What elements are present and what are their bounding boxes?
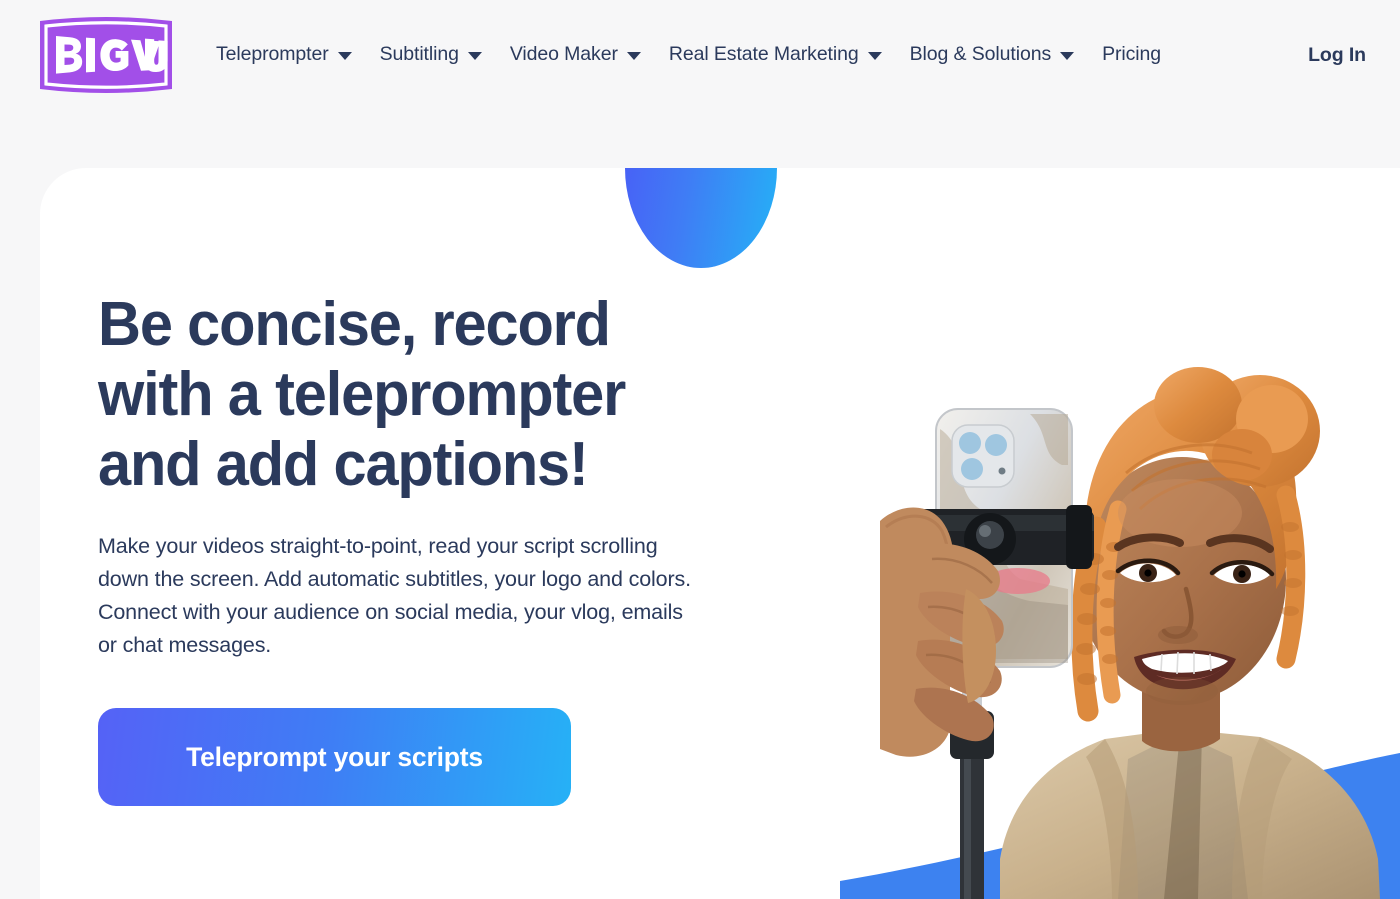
hero-description: Make your videos straight-to-point, read…: [98, 530, 698, 662]
hero-photo: [880, 259, 1400, 899]
log-in-link[interactable]: Log In: [1304, 38, 1370, 73]
hero-paragraph-2: Connect with your audience on social med…: [98, 600, 683, 657]
teleprompt-your-scripts-button[interactable]: Teleprompt your scripts: [98, 708, 571, 806]
chevron-down-icon: [626, 52, 641, 60]
decorative-gradient-circle: [625, 168, 777, 268]
woman-with-selfie-stick-image: [880, 367, 1380, 899]
chevron-down-icon: [867, 52, 882, 60]
nav-item-label: Video Maker: [509, 43, 618, 66]
nav-item-label: Blog & Solutions: [909, 43, 1052, 66]
hero-card: Be concise, record with a teleprompter a…: [40, 168, 1400, 899]
nav-item-teleprompter[interactable]: Teleprompter: [216, 39, 366, 71]
bigvu-logo[interactable]: [36, 11, 176, 99]
nav-item-blog-and-solutions[interactable]: Blog & Solutions: [896, 39, 1089, 71]
site-header: Teleprompter Subtitling Video Maker Real…: [0, 0, 1400, 168]
main-navigation: Teleprompter Subtitling Video Maker Real…: [216, 39, 1280, 71]
chevron-down-icon: [1060, 52, 1075, 60]
header-inner: Teleprompter Subtitling Video Maker Real…: [0, 0, 1400, 110]
nav-item-pricing[interactable]: Pricing: [1088, 39, 1175, 71]
nav-item-label: Real Estate Marketing: [668, 43, 859, 66]
bigvu-logo-icon: [40, 17, 172, 93]
chevron-down-icon: [467, 52, 482, 60]
nav-item-video-maker[interactable]: Video Maker: [496, 39, 655, 71]
nav-item-subtitling[interactable]: Subtitling: [366, 39, 496, 71]
nav-item-label: Pricing: [1102, 43, 1162, 66]
chevron-down-icon: [337, 52, 352, 60]
hero-text-block: Be concise, record with a teleprompter a…: [98, 290, 738, 806]
nav-item-label: Teleprompter: [216, 43, 329, 66]
hero-paragraph-1: Make your videos straight-to-point, read…: [98, 534, 691, 591]
nav-item-real-estate-marketing[interactable]: Real Estate Marketing: [655, 39, 896, 71]
nav-item-label: Subtitling: [379, 43, 459, 66]
page-title: Be concise, record with a teleprompter a…: [98, 290, 626, 499]
